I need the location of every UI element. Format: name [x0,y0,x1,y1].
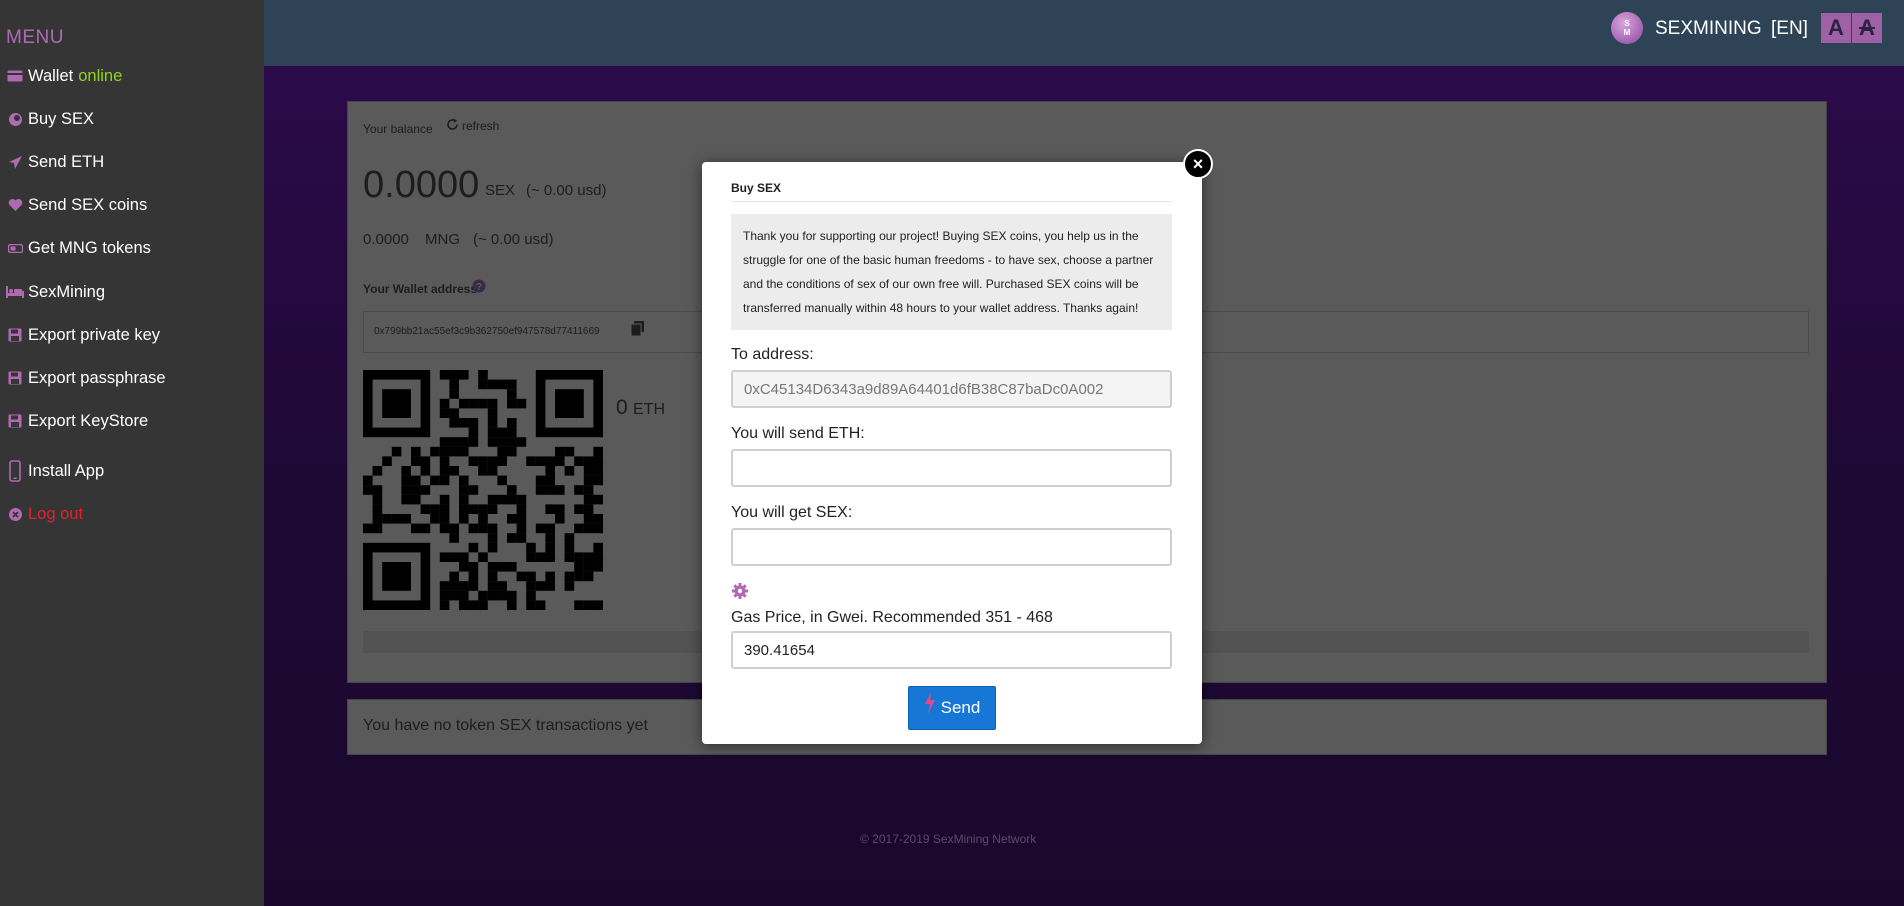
modal-divider [731,201,1172,202]
gas-price-input[interactable] [731,631,1172,669]
gear-icon[interactable] [731,582,749,600]
to-address-label: To address: [731,346,814,363]
modal-title: Buy SEX [731,181,782,195]
modal-note: Thank you for supporting our project! Bu… [731,214,1172,330]
to-address-input[interactable] [731,370,1172,408]
lightning-icon [924,691,936,719]
send-eth-input[interactable] [731,449,1172,487]
send-eth-label: You will send ETH: [731,425,865,442]
send-button[interactable]: Send [908,686,996,730]
get-sex-input[interactable] [731,528,1172,566]
modal-close-button[interactable]: × [1183,149,1213,179]
gas-price-label: Gas Price, in Gwei. Recommended 351 - 46… [731,609,1053,626]
get-sex-label: You will get SEX: [731,504,853,521]
buy-sex-modal: Buy SEX Thank you for supporting our pro… [702,162,1202,744]
